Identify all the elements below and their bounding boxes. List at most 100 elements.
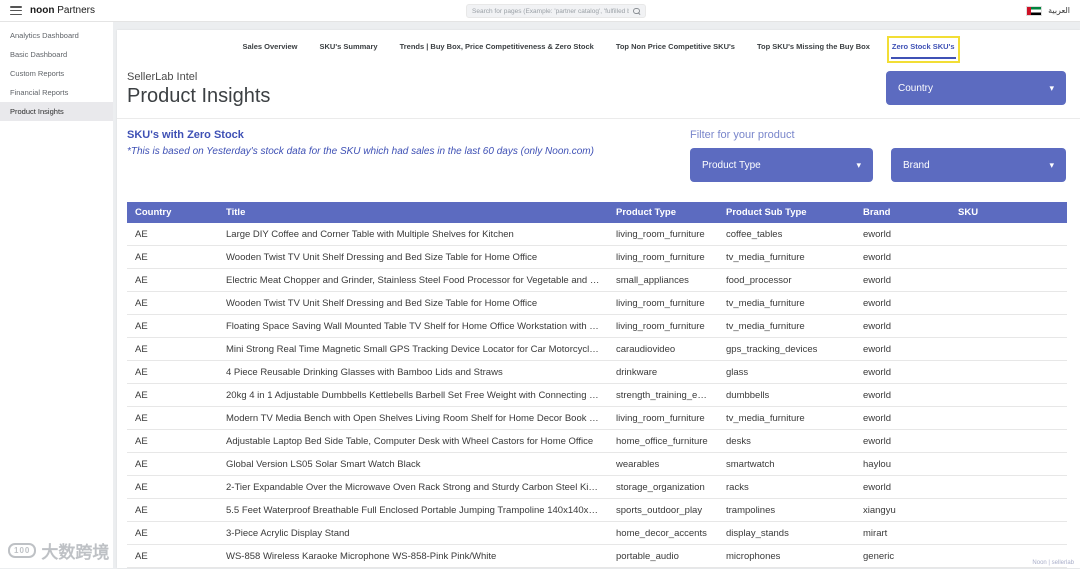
tab-trends-buy-box-price-competitiveness-zero-stock[interactable]: Trends | Buy Box, Price Competitiveness …	[399, 40, 595, 59]
table-cell	[950, 223, 1067, 245]
table-cell: sports_outdoor_play	[616, 504, 703, 516]
table-cell: living_room_furniture	[616, 228, 705, 240]
section-subtitle: *This is based on Yesterday's stock data…	[127, 146, 594, 157]
column-header-title[interactable]: Title	[218, 202, 608, 223]
menu-icon[interactable]	[10, 6, 22, 15]
brand-partners: Partners	[54, 5, 96, 16]
column-header-brand[interactable]: Brand	[855, 202, 950, 223]
brand-logo[interactable]: noon Partners	[30, 5, 95, 16]
table-row[interactable]: AE Large DIY Coffee and Corner Table with…	[127, 223, 1067, 246]
column-header-product-sub-type[interactable]: Product Sub Type	[718, 202, 855, 223]
table-cell: trampolines	[726, 504, 776, 516]
table-body: AE Large DIY Coffee and Corner Table with…	[127, 223, 1067, 568]
column-header-product-type[interactable]: Product Type	[608, 202, 718, 223]
table-cell: storage_organization	[616, 481, 705, 493]
table-cell: AE	[135, 458, 148, 470]
table-cell: Global Version LS05 Solar Smart Watch Bl…	[226, 458, 421, 470]
main-area: Sales Overview SKU's Summary Trends | Buy …	[113, 22, 1080, 568]
table-cell: living_room_furniture	[616, 297, 705, 309]
table-cell: food_processor	[726, 274, 792, 286]
table-cell: Mini Strong Real Time Magnetic Small GPS…	[226, 343, 608, 355]
table-cell: eworld	[863, 366, 891, 378]
chevron-down-icon: ▾	[856, 159, 861, 170]
table-cell: AE	[135, 343, 148, 355]
table-row[interactable]: AE 5.5 Feet Waterproof Breathable Full En…	[127, 499, 1067, 522]
brand-dropdown[interactable]: Brand ▾	[891, 148, 1066, 182]
table-cell: tv_media_furniture	[726, 320, 805, 332]
table-cell: eworld	[863, 320, 891, 332]
table-cell: AE	[135, 527, 148, 539]
table-cell	[950, 246, 1067, 268]
top-bar: noon Partners العربية	[0, 0, 1080, 22]
search-input[interactable]	[472, 7, 629, 15]
product-type-dropdown[interactable]: Product Type ▾	[690, 148, 873, 182]
table-row[interactable]: AE 3-Piece Acrylic Display Stand home_deco…	[127, 522, 1067, 545]
zero-stock-table: Country Title Product Type Product Sub Type…	[127, 202, 1067, 568]
table-cell: living_room_furniture	[616, 251, 705, 263]
tab-sales-overview[interactable]: Sales Overview	[241, 40, 298, 59]
table-row[interactable]: AE Global Version LS05 Solar Smart Watch …	[127, 453, 1067, 476]
table-row[interactable]: AE 20kg 4 in 1 Adjustable Dumbbells Kettl…	[127, 384, 1067, 407]
table-cell: eworld	[863, 343, 891, 355]
brand-dropdown-label: Brand	[903, 159, 930, 171]
tab-top-non-price-competitive-sku-s[interactable]: Top Non Price Competitive SKU's	[615, 40, 736, 59]
table-cell: eworld	[863, 435, 891, 447]
country-dropdown[interactable]: Country ▾	[886, 71, 1066, 105]
uae-flag-icon	[1026, 5, 1043, 16]
table-cell: 2-Tier Expandable Over the Microwave Ove…	[226, 481, 608, 493]
search-box[interactable]	[466, 4, 646, 18]
chevron-down-icon: ▾	[1049, 159, 1054, 170]
language-switcher[interactable]: العربية	[1048, 6, 1070, 15]
table-cell: racks	[726, 481, 749, 493]
table-cell: strength_training_equip...	[616, 389, 718, 401]
tab-top-sku-s-missing-the-buy-box[interactable]: Top SKU's Missing the Buy Box	[756, 40, 871, 59]
table-cell: small_appliances	[616, 274, 689, 286]
table-cell: glass	[726, 366, 749, 378]
table-cell: Adjustable Laptop Bed Side Table, Comput…	[226, 435, 594, 447]
table-cell	[950, 338, 1067, 360]
sidebar-item-analytics-dashboard[interactable]: Analytics Dashboard	[0, 26, 113, 45]
table-cell: 5.5 Feet Waterproof Breathable Full Encl…	[226, 504, 608, 516]
table-cell: AE	[135, 320, 148, 332]
chevron-down-icon: ▾	[1049, 82, 1054, 93]
table-cell	[950, 315, 1067, 337]
sidebar-item-financial-reports[interactable]: Financial Reports	[0, 83, 113, 102]
tab-zero-stock-sku-s[interactable]: Zero Stock SKU's	[886, 36, 960, 63]
table-cell: WS-858 Wireless Karaoke Microphone WS-85…	[226, 550, 497, 562]
sidebar-item-custom-reports[interactable]: Custom Reports	[0, 64, 113, 83]
table-cell: eworld	[863, 274, 891, 286]
table-cell: eworld	[863, 481, 891, 493]
column-header-sku[interactable]: SKU	[950, 202, 1067, 223]
tab-sku-s-summary[interactable]: SKU's Summary	[319, 40, 379, 59]
table-row[interactable]: AE 4 Piece Reusable Drinking Glasses with…	[127, 361, 1067, 384]
search-icon[interactable]	[633, 7, 640, 15]
column-header-country[interactable]: Country	[127, 202, 218, 223]
table-row[interactable]: AE Adjustable Laptop Bed Side Table, Comp…	[127, 430, 1067, 453]
sidebar-item-basic-dashboard[interactable]: Basic Dashboard	[0, 45, 113, 64]
table-cell: AE	[135, 481, 148, 493]
table-row[interactable]: AE Mini Strong Real Time Magnetic Small G…	[127, 338, 1067, 361]
table-cell: Electric Meat Chopper and Grinder, Stain…	[226, 274, 608, 286]
sidebar: Analytics Dashboard Basic Dashboard Custom…	[0, 22, 113, 568]
table-cell: eworld	[863, 412, 891, 424]
table-row[interactable]: AE Modern TV Media Bench with Open Shelve…	[127, 407, 1067, 430]
table-row[interactable]: AE Floating Space Saving Wall Mounted Tab…	[127, 315, 1067, 338]
product-type-dropdown-label: Product Type	[702, 159, 761, 171]
page-header: SellerLab Intel Product Insights Country…	[117, 59, 1080, 119]
sidebar-item-product-insights[interactable]: Product Insights	[0, 102, 113, 121]
table-row[interactable]: AE 2-Tier Expandable Over the Microwave O…	[127, 476, 1067, 499]
table-cell: desks	[726, 435, 751, 447]
table-row[interactable]: AE WS-858 Wireless Karaoke Microphone WS-…	[127, 545, 1067, 568]
table-cell: dumbbells	[726, 389, 770, 401]
table-cell: caraudiovideo	[616, 343, 676, 355]
table-cell	[950, 476, 1067, 498]
table-row[interactable]: AE Wooden Twist TV Unit Shelf Dressing an…	[127, 246, 1067, 269]
table-row[interactable]: AE Wooden Twist TV Unit Shelf Dressing an…	[127, 292, 1067, 315]
table-cell: AE	[135, 251, 148, 263]
table-cell: xiangyu	[863, 504, 896, 516]
table-cell	[950, 407, 1067, 429]
table-row[interactable]: AE Electric Meat Chopper and Grinder, Sta…	[127, 269, 1067, 292]
table-cell: mirart	[863, 527, 888, 539]
table-cell: 3-Piece Acrylic Display Stand	[226, 527, 350, 539]
table-header-row: Country Title Product Type Product Sub Type…	[127, 202, 1067, 223]
